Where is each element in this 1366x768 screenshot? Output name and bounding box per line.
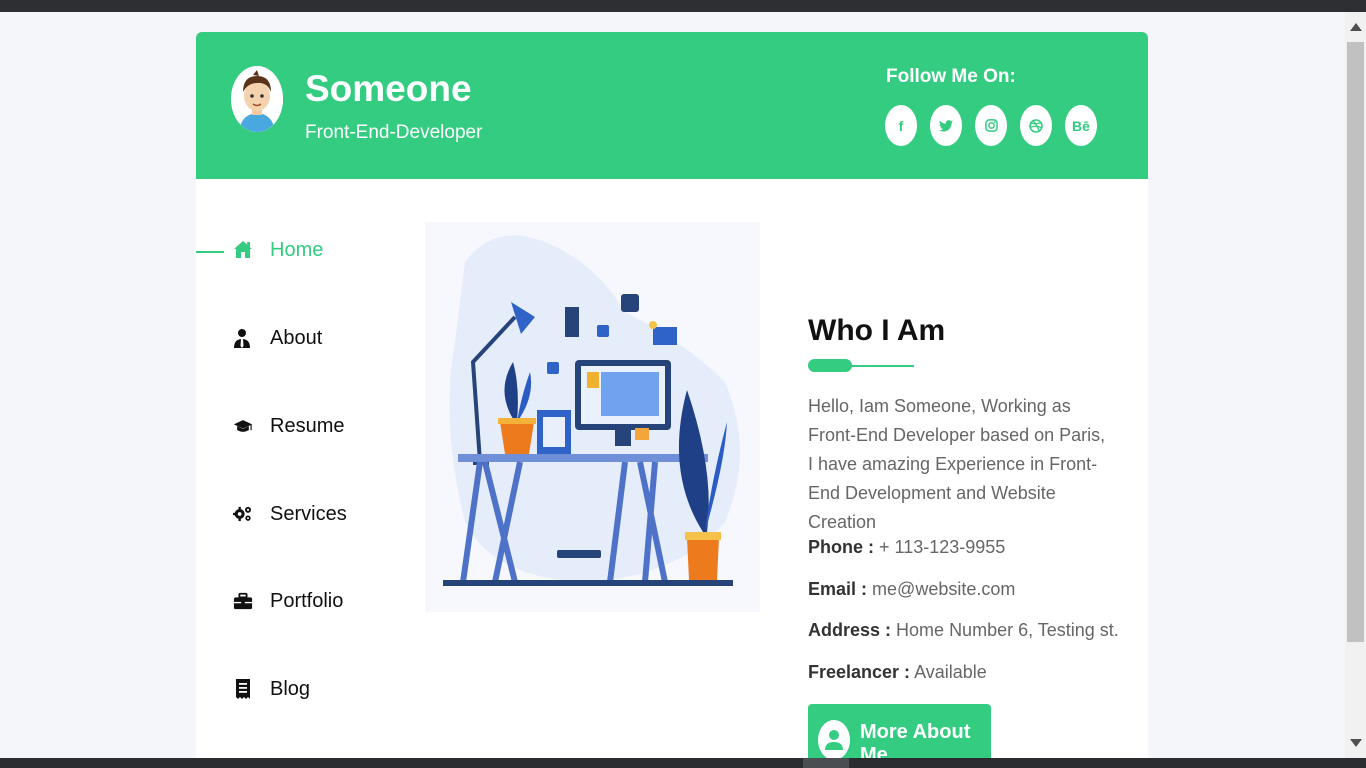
workspace-illustration — [425, 222, 760, 612]
freelancer-row: Freelancer : Available — [808, 662, 987, 683]
nav-label-home: Home — [270, 239, 324, 261]
freelancer-value: Available — [914, 662, 987, 682]
home-icon — [234, 241, 252, 258]
nav-item-about[interactable]: About — [196, 320, 396, 360]
briefcase-icon — [233, 592, 253, 610]
nav-item-blog[interactable]: Blog — [196, 671, 396, 711]
profile-name: Someone — [305, 68, 472, 109]
title-underline-line — [846, 365, 914, 367]
dribbble-link[interactable] — [1020, 105, 1052, 146]
profile-role: Front-End-Developer — [305, 122, 483, 143]
address-row: Address : Home Number 6, Testing st. — [808, 620, 1119, 641]
freelancer-label: Freelancer : — [808, 662, 911, 682]
gears-icon — [233, 506, 251, 522]
behance-link[interactable]: Bē — [1065, 105, 1097, 146]
twitter-link[interactable] — [930, 105, 962, 146]
profile-header: Someone Front-End-Developer Follow Me On… — [196, 32, 1148, 179]
scrollbar-thumb[interactable] — [1347, 42, 1364, 642]
follow-label: Follow Me On: — [886, 66, 1016, 87]
phone-value: + 113-123-9955 — [879, 537, 1006, 557]
more-about-me-button[interactable]: More About Me — [808, 704, 991, 758]
address-label: Address : — [808, 620, 892, 640]
nav-label-blog: Blog — [270, 678, 311, 700]
address-value: Home Number 6, Testing st. — [896, 620, 1119, 640]
graduation-cap-icon — [233, 420, 253, 432]
nav-label-resume: Resume — [270, 415, 345, 437]
facebook-link[interactable]: f — [885, 105, 917, 146]
phone-label: Phone : — [808, 537, 874, 557]
instagram-icon — [984, 119, 998, 132]
facebook-icon: f — [898, 117, 904, 134]
nav-item-home[interactable]: Home — [196, 232, 396, 272]
taskbar — [0, 758, 1366, 768]
scroll-up-arrow-icon[interactable] — [1350, 23, 1362, 31]
user-icon — [818, 720, 850, 758]
nav-item-resume[interactable]: Resume — [196, 408, 396, 448]
email-value: me@website.com — [872, 579, 1016, 599]
phone-row: Phone : + 113-123-9955 — [808, 537, 1005, 558]
avatar — [231, 66, 283, 132]
nav-label-about: About — [270, 327, 323, 349]
nav-label-services: Services — [270, 503, 347, 525]
active-indicator — [196, 251, 224, 253]
email-label: Email : — [808, 579, 868, 599]
user-tie-icon — [234, 329, 250, 348]
nav-item-portfolio[interactable]: Portfolio — [196, 583, 396, 623]
section-title: Who I Am — [808, 314, 946, 347]
browser-top-bar — [0, 0, 1366, 12]
intro-text: Hello, Iam Someone, Working as Front-End… — [808, 396, 1106, 532]
email-row: Email : me@website.com — [808, 579, 1015, 600]
nav-item-services[interactable]: Services — [196, 496, 396, 536]
instagram-link[interactable] — [975, 105, 1007, 146]
scroll-down-arrow-icon[interactable] — [1350, 739, 1362, 747]
vertical-scrollbar[interactable] — [1345, 12, 1366, 758]
dribbble-icon — [1029, 118, 1043, 133]
profile-card: Someone Front-End-Developer Follow Me On… — [196, 32, 1148, 758]
receipt-icon — [236, 679, 250, 699]
more-about-me-label: More About Me — [860, 721, 971, 758]
nav-label-portfolio: Portfolio — [270, 590, 344, 612]
behance-icon: Bē — [1072, 117, 1090, 134]
taskbar-item[interactable] — [803, 758, 849, 768]
twitter-icon — [939, 119, 953, 132]
